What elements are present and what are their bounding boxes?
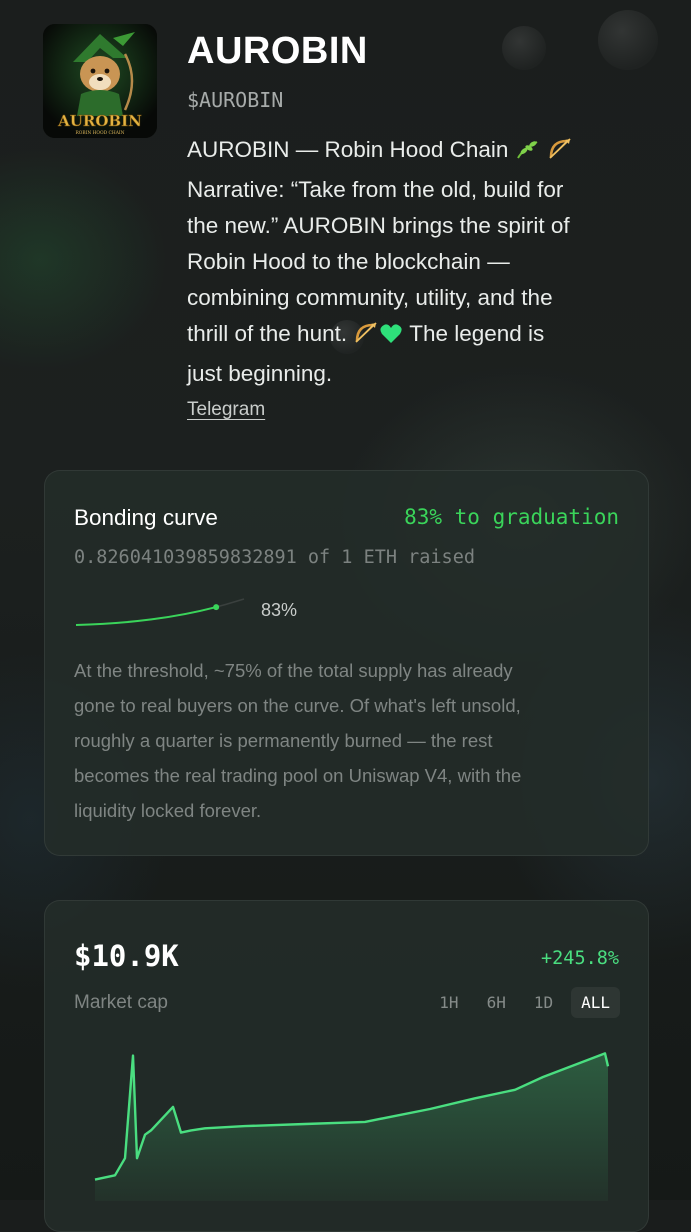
description-line: Robin Hood to the blockchain — bbox=[187, 249, 510, 274]
green-heart-icon bbox=[379, 320, 403, 356]
market-cap-card: $10.9K +245.8% Market cap 1H 6H 1D ALL bbox=[44, 900, 649, 1232]
description-line: just beginning. bbox=[187, 361, 333, 386]
bonding-curve-progress bbox=[75, 598, 245, 626]
time-range-selector: 1H 6H 1D ALL bbox=[429, 987, 620, 1018]
market-cap-change: +245.8% bbox=[541, 948, 619, 969]
description-line: Narrative: “Take from the old, build for bbox=[187, 177, 564, 202]
background-bubble bbox=[502, 26, 546, 70]
token-ticker: $AUROBIN bbox=[187, 88, 284, 112]
bonding-curve-title: Bonding curve bbox=[74, 505, 218, 530]
range-all[interactable]: ALL bbox=[571, 987, 620, 1018]
background-bubble bbox=[598, 10, 658, 70]
range-1h[interactable]: 1H bbox=[429, 987, 468, 1018]
bonding-curve-card: Bonding curve 83% to graduation 0.826041… bbox=[44, 470, 649, 856]
eth-raised-text: 0.826041039859832891 of 1 ETH raised bbox=[74, 547, 475, 568]
description-line: combining community, utility, and the bbox=[187, 285, 553, 310]
bow-and-arrow-icon bbox=[353, 320, 379, 356]
token-logo: AUROBIN ROBIN HOOD CHAIN bbox=[43, 24, 157, 138]
progress-percent-label: 83% bbox=[261, 600, 298, 620]
progress-dot bbox=[213, 604, 220, 611]
telegram-link[interactable]: Telegram bbox=[187, 399, 265, 421]
svg-text:AUROBIN: AUROBIN bbox=[57, 112, 142, 130]
description-line: AUROBIN — Robin Hood Chain bbox=[187, 132, 657, 172]
svg-text:ROBIN HOOD CHAIN: ROBIN HOOD CHAIN bbox=[76, 131, 125, 136]
range-6h[interactable]: 6H bbox=[477, 987, 516, 1018]
description-line: the new.” AUROBIN brings the spirit of bbox=[187, 213, 570, 238]
bonding-curve-explanation: At the threshold, ~75% of the total supp… bbox=[74, 660, 522, 821]
market-cap-label: Market cap bbox=[74, 992, 168, 1013]
graduation-status: 83% to graduation bbox=[404, 505, 619, 529]
bow-and-arrow-icon bbox=[547, 136, 573, 172]
range-1d[interactable]: 1D bbox=[524, 987, 563, 1018]
description-line: thrill of the hunt. The legend is bbox=[187, 316, 657, 356]
herb-icon bbox=[515, 136, 541, 172]
token-name: AUROBIN bbox=[187, 30, 368, 72]
market-cap-area bbox=[95, 1053, 608, 1201]
market-cap-chart bbox=[94, 1052, 610, 1201]
market-cap-value: $10.9K bbox=[74, 939, 179, 973]
robin-hood-dog-icon: AUROBIN ROBIN HOOD CHAIN bbox=[43, 24, 157, 138]
token-description: AUROBIN — Robin Hood Chain Narrative: “T… bbox=[187, 132, 657, 392]
